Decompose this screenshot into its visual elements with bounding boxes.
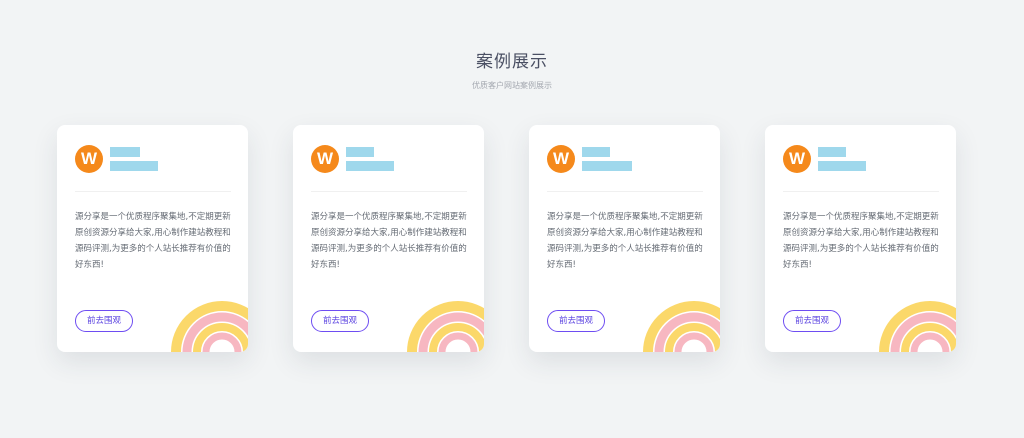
case-card: W 源分享是一个优质程序聚集地,不定期更新原创资源分享给大家,用心制作建站教程和… — [293, 125, 484, 352]
section-header: 案例展示 优质客户网站案例展示 — [0, 50, 1024, 92]
site-logo-icon: W — [75, 145, 103, 173]
visit-button[interactable]: 前去围观 — [311, 310, 369, 332]
card-description: 源分享是一个优质程序聚集地,不定期更新原创资源分享给大家,用心制作建站教程和源码… — [311, 212, 467, 270]
card-header: W — [783, 145, 943, 175]
rainbow-decoration-icon — [879, 301, 956, 352]
site-name-redacted — [110, 147, 140, 157]
card-header: W — [75, 145, 235, 175]
card-divider — [783, 191, 939, 192]
card-divider — [311, 191, 467, 192]
card-description: 源分享是一个优质程序聚集地,不定期更新原创资源分享给大家,用心制作建站教程和源码… — [547, 212, 703, 270]
case-card: W 源分享是一个优质程序聚集地,不定期更新原创资源分享给大家,用心制作建站教程和… — [765, 125, 956, 352]
site-name-redacted — [346, 147, 374, 157]
card-header: W — [311, 145, 471, 175]
site-name-redacted — [818, 147, 846, 157]
site-link-redacted[interactable] — [346, 161, 394, 171]
visit-button[interactable]: 前去围观 — [547, 310, 605, 332]
case-card: W 源分享是一个优质程序聚集地,不定期更新原创资源分享给大家,用心制作建站教程和… — [529, 125, 720, 352]
site-link-redacted[interactable] — [818, 161, 866, 171]
section-subtitle: 优质客户网站案例展示 — [472, 81, 552, 90]
site-logo-icon: W — [547, 145, 575, 173]
card-divider — [75, 191, 231, 192]
card-description: 源分享是一个优质程序聚集地,不定期更新原创资源分享给大家,用心制作建站教程和源码… — [75, 212, 231, 270]
card-header: W — [547, 145, 707, 175]
rainbow-decoration-icon — [171, 301, 248, 352]
case-card-list: W 源分享是一个优质程序聚集地,不定期更新原创资源分享给大家,用心制作建站教程和… — [57, 125, 957, 352]
section-title: 案例展示 — [476, 52, 548, 72]
rainbow-decoration-icon — [407, 301, 484, 352]
card-divider — [547, 191, 703, 192]
site-logo-icon: W — [783, 145, 811, 173]
visit-button[interactable]: 前去围观 — [75, 310, 133, 332]
site-link-redacted[interactable] — [582, 161, 632, 171]
site-name-redacted — [582, 147, 610, 157]
rainbow-decoration-icon — [643, 301, 720, 352]
card-description: 源分享是一个优质程序聚集地,不定期更新原创资源分享给大家,用心制作建站教程和源码… — [783, 212, 939, 270]
visit-button[interactable]: 前去围观 — [783, 310, 841, 332]
site-logo-icon: W — [311, 145, 339, 173]
site-link-redacted[interactable] — [110, 161, 158, 171]
case-card: W 源分享是一个优质程序聚集地,不定期更新原创资源分享给大家,用心制作建站教程和… — [57, 125, 248, 352]
